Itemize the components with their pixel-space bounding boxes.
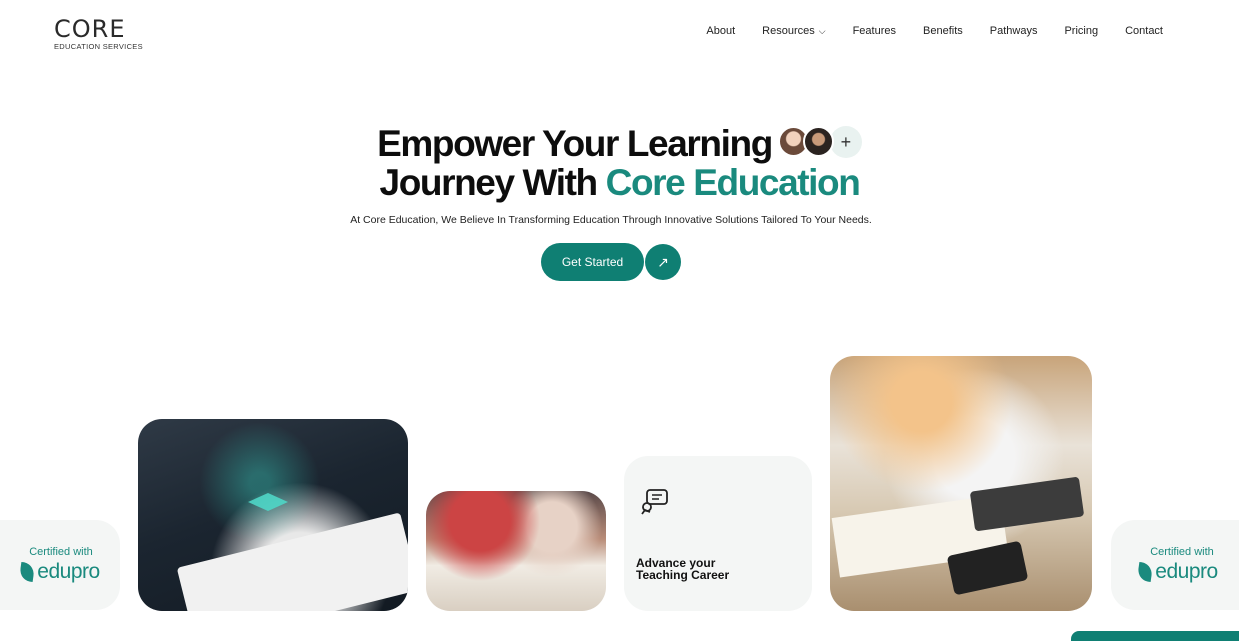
advance-career-line2: Teaching Career [636, 568, 730, 582]
logo-wordmark: CORE [54, 15, 126, 43]
graduation-cap-icon [248, 493, 288, 511]
avatar-group: + [777, 126, 862, 159]
advance-career-card[interactable]: Advance your Teaching Career [624, 456, 812, 611]
chevron-down-icon: ⌵ [818, 25, 826, 36]
nav-features-label: Features [852, 25, 896, 37]
nav-pricing-label: Pricing [1064, 25, 1099, 37]
avatar [802, 126, 834, 158]
nav-pricing[interactable]: Pricing [1064, 25, 1098, 37]
certified-card-left: Certified with edupro [0, 520, 120, 610]
hero-title-line2: Journey With [379, 162, 606, 203]
hero-title-line1: Empower Your Learning [377, 123, 773, 164]
plus-icon[interactable]: + [829, 126, 862, 159]
chat-bubbles-icon [641, 489, 668, 515]
get-started-button[interactable]: Get Started [541, 243, 644, 281]
edupro-wordmark: edupro [37, 560, 100, 583]
nav-pathways[interactable]: Pathways [990, 25, 1038, 37]
nav-pathways-label: Pathways [989, 25, 1038, 37]
nav-benefits[interactable]: Benefits [923, 25, 963, 37]
nav-benefits-label: Benefits [923, 25, 963, 37]
hero-title-accent: Core Education [605, 162, 861, 203]
main-nav: About Resources ⌵ Features Benefits Pathw… [679, 25, 1163, 37]
leaf-icon [18, 562, 36, 582]
hero-title: Empower Your Learning + Journey With Core… [0, 124, 1239, 202]
certified-card-right: Certified with edupro [1111, 520, 1239, 610]
floating-button-peek[interactable] [1071, 631, 1239, 641]
edupro-logo: edupro [1136, 560, 1218, 584]
image-woman-writing [830, 356, 1092, 611]
nav-about[interactable]: About [706, 25, 735, 37]
nav-about-label: About [706, 25, 736, 37]
cta-group: Get Started ↗ [541, 243, 681, 281]
advance-career-text: Advance your Teaching Career [636, 557, 729, 581]
logo-tagline: EDUCATION SERVICES [54, 42, 143, 51]
nav-resources-label: Resources [762, 25, 815, 37]
nav-contact-label: Contact [1125, 25, 1163, 37]
image-digital-learning [138, 419, 408, 611]
leaf-icon [1136, 562, 1154, 582]
paper-shape [176, 512, 408, 611]
nav-contact[interactable]: Contact [1125, 25, 1163, 37]
logo[interactable]: CORE EDUCATION SERVICES [54, 17, 154, 51]
certified-label: Certified with [29, 546, 93, 558]
nav-resources[interactable]: Resources ⌵ [762, 25, 825, 37]
arrow-up-right-icon[interactable]: ↗ [645, 244, 681, 280]
certified-label: Certified with [1150, 546, 1214, 558]
edupro-logo: edupro [18, 560, 100, 584]
laptop-shape [969, 476, 1085, 532]
nav-features[interactable]: Features [853, 25, 896, 37]
edupro-wordmark: edupro [1155, 560, 1218, 583]
hero-subtitle: At Core Education, We Believe In Transfo… [350, 214, 872, 226]
image-group-study [426, 491, 606, 611]
